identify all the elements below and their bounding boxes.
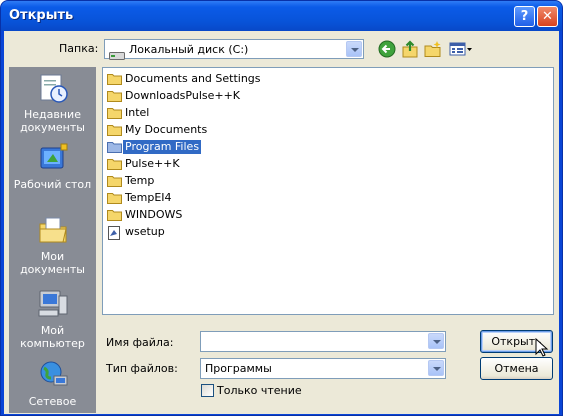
places-bar: Недавние документы Рабочий стол Мои доку…	[9, 67, 96, 413]
lookin-value: Локальный диск (C:)	[129, 43, 249, 56]
filename-combo[interactable]	[200, 331, 446, 352]
places-item-recent[interactable]: Недавние документы	[9, 72, 96, 134]
item-name: Intel	[125, 106, 150, 119]
setup-file-icon	[107, 226, 122, 240]
item-name: Pulse++K	[125, 157, 180, 170]
views-menu-icon[interactable]	[449, 40, 473, 58]
folder-icon	[107, 73, 122, 85]
my-documents-icon	[37, 214, 69, 246]
places-item-mycomputer[interactable]: Мой компьютер	[9, 288, 96, 350]
folder-icon	[107, 209, 122, 221]
filetype-value: Программы	[205, 362, 272, 375]
open-dialog-window: Открыть ? ✕ Папка: Локальный диск (C:) Н…	[0, 0, 563, 416]
filename-dropdown-button[interactable]	[428, 333, 444, 349]
lookin-label: Папка:	[59, 42, 99, 55]
lookin-dropdown-button[interactable]	[346, 41, 362, 57]
places-item-mydocs[interactable]: Мои документы	[9, 214, 96, 276]
lookin-combo[interactable]: Локальный диск (C:)	[104, 39, 364, 60]
item-name: My Documents	[125, 123, 208, 136]
close-button[interactable]: ✕	[537, 6, 558, 27]
item-name: Temp	[125, 174, 155, 187]
folder-icon	[107, 124, 122, 136]
file-list[interactable]: Documents and Settings DownloadsPulse++K…	[102, 67, 554, 315]
dialog-body: Папка: Локальный диск (C:) Недавние доку…	[4, 31, 559, 414]
places-label-network: Сетевое	[28, 395, 77, 408]
item-name: WINDOWS	[125, 208, 183, 221]
filename-label: Имя файла:	[106, 336, 174, 349]
title-bar[interactable]: Открыть ? ✕	[1, 1, 562, 31]
places-label-recent: Недавние документы	[20, 108, 85, 134]
up-folder-icon[interactable]	[401, 40, 419, 58]
folder-icon	[107, 90, 122, 102]
folder-icon	[107, 192, 122, 204]
desktop-icon	[37, 142, 69, 174]
my-computer-icon	[37, 288, 69, 320]
folder-icon	[107, 107, 122, 119]
recent-documents-icon	[37, 72, 69, 104]
filetype-combo[interactable]: Программы	[200, 358, 446, 379]
window-title: Открыть	[9, 8, 74, 23]
new-folder-icon[interactable]	[424, 40, 442, 58]
mouse-cursor-icon	[535, 337, 549, 362]
readonly-label: Только чтение	[217, 384, 302, 397]
folder-icon	[107, 141, 122, 153]
item-name: Documents and Settings	[125, 72, 261, 85]
item-name: TempEI4	[125, 191, 172, 204]
folder-icon	[107, 158, 122, 170]
places-item-network[interactable]: Сетевое	[9, 359, 96, 408]
item-name: Program Files	[123, 140, 202, 154]
back-arrow-icon[interactable]	[378, 40, 396, 58]
network-icon	[37, 359, 69, 391]
places-label-mycomputer: Мой компьютер	[20, 324, 85, 350]
places-label-desktop: Рабочий стол	[13, 178, 92, 191]
filetype-label: Тип файлов:	[106, 362, 178, 375]
places-item-desktop[interactable]: Рабочий стол	[9, 142, 96, 191]
drive-icon	[109, 45, 125, 64]
help-button[interactable]: ?	[514, 6, 535, 27]
item-name: wsetup	[125, 225, 165, 238]
readonly-checkbox[interactable]	[201, 384, 214, 397]
places-label-mydocs: Мои документы	[20, 250, 85, 276]
filetype-dropdown-button[interactable]	[428, 360, 444, 376]
item-name: DownloadsPulse++K	[125, 89, 241, 102]
folder-icon	[107, 175, 122, 187]
